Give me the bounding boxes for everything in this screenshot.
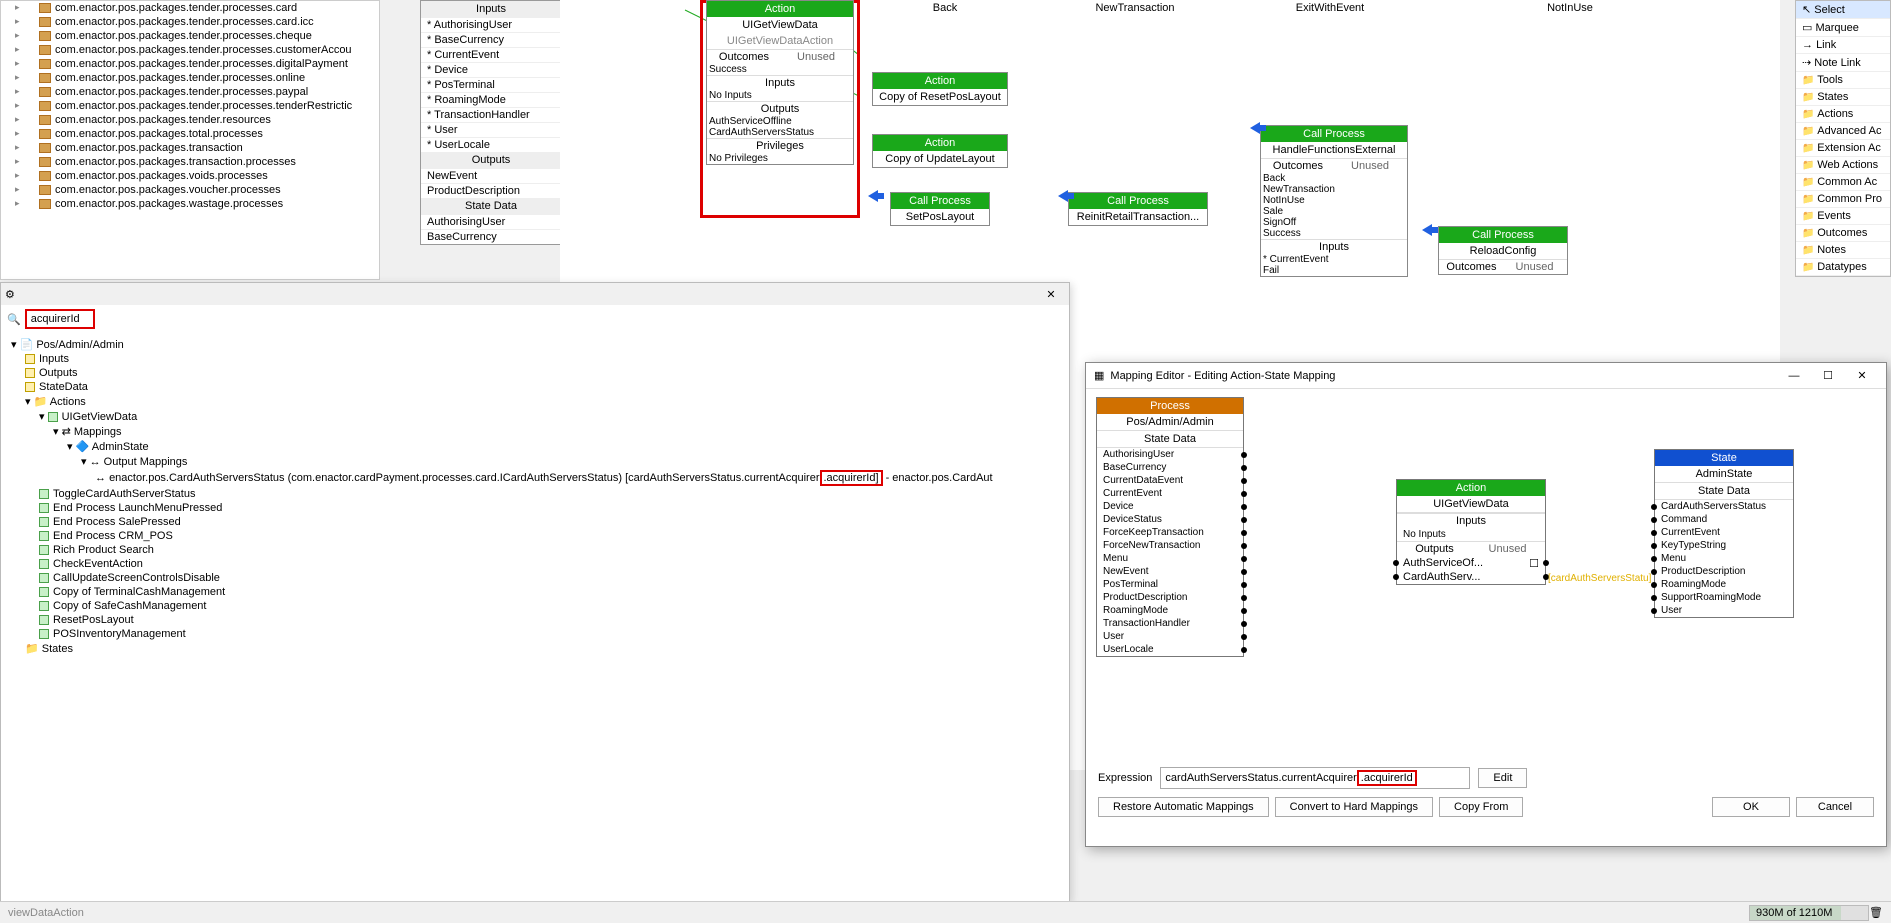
package-item[interactable]: com.enactor.pos.packages.voids.processes [1,169,379,183]
action-properties-panel: Inputs AuthorisingUserBaseCurrencyCurren… [420,0,562,245]
newtransaction-label: NewTransaction [1080,0,1190,16]
palette-link[interactable]: → Link [1796,37,1890,54]
package-item[interactable]: com.enactor.pos.packages.wastage.process… [1,197,379,211]
palette-folder[interactable]: Extension Ac [1796,140,1890,157]
search-outline-panel[interactable]: ⚙ ✕ 🔍 ▾ 📄 Pos/Admin/Admin Inputs Outputs… [0,282,1070,902]
edit-button[interactable]: Edit [1478,768,1527,788]
package-item[interactable]: com.enactor.pos.packages.total.processes [1,127,379,141]
action-node-uigetviewdata[interactable]: Action UIGetViewData UIGetViewDataAction… [706,0,854,165]
action-item[interactable]: Copy of SafeCashManagement [39,599,1059,613]
highlighted-term: .acquirerId] [820,470,883,486]
maximize-icon[interactable]: ☐ [1812,366,1844,386]
mapping-wire-label: [cardAuthServersStatu] [1548,573,1651,584]
action-copy-resetposlayout[interactable]: Action Copy of ResetPosLayout [872,72,1008,106]
exitwithevent-label: ExitWithEvent [1280,0,1380,16]
action-item[interactable]: POSInventoryManagement [39,627,1059,641]
action-copy-updatelayout[interactable]: Action Copy of UpdateLayout [872,134,1008,168]
close-icon[interactable]: ✕ [1037,288,1065,301]
palette-notelink[interactable]: ⇢ Note Link [1796,54,1890,72]
action-item[interactable]: End Process LaunchMenuPressed [39,501,1059,515]
gc-icon[interactable]: 🗑 [1869,906,1883,919]
callprocess-reloadconfig[interactable]: Call Process ReloadConfig OutcomesUnused [1438,226,1568,275]
package-item[interactable]: com.enactor.pos.packages.tender.processe… [1,1,379,15]
palette-select[interactable]: ↖ Select [1796,1,1890,19]
action-item[interactable]: End Process SalePressed [39,515,1059,529]
node-name: UIGetViewData [707,17,853,33]
palette-folder[interactable]: Advanced Ac [1796,123,1890,140]
blue-arrow-icon [868,188,884,204]
package-item[interactable]: com.enactor.pos.packages.tender.resource… [1,113,379,127]
palette-folder[interactable]: Web Actions [1796,157,1890,174]
state-data-header: State Data [421,198,561,214]
palette-folder[interactable]: States [1796,89,1890,106]
search-icon: 🔍 [7,313,21,326]
memory-indicator[interactable]: 930M of 1210M [1749,905,1869,921]
dialog-title: Mapping Editor - Editing Action-State Ma… [1110,370,1335,382]
package-item[interactable]: com.enactor.pos.packages.tender.processe… [1,71,379,85]
palette-folder[interactable]: Common Ac [1796,174,1890,191]
search-input[interactable] [25,309,95,329]
palette-marquee[interactable]: ▭ Marquee [1796,19,1890,37]
action-item[interactable]: Rich Product Search [39,543,1059,557]
action-item[interactable]: ResetPosLayout [39,613,1059,627]
status-bar: viewDataAction 930M of 1210M 🗑 [0,901,1891,923]
process-node[interactable]: Process Pos/Admin/Admin State Data Autho… [1096,397,1244,657]
inputs-header: Inputs [421,1,561,17]
callprocess-reinit[interactable]: Call Process ReinitRetailTransaction... [1068,192,1208,226]
action-item[interactable]: CallUpdateScreenControlsDisable [39,571,1059,585]
cancel-button[interactable]: Cancel [1796,797,1874,817]
package-item[interactable]: com.enactor.pos.packages.transaction [1,141,379,155]
restore-mappings-button[interactable]: Restore Automatic Mappings [1098,797,1269,817]
mapping-canvas[interactable]: Process Pos/Admin/Admin State Data Autho… [1086,389,1886,759]
package-item[interactable]: com.enactor.pos.packages.tender.processe… [1,99,379,113]
palette-folder[interactable]: Events [1796,208,1890,225]
package-item[interactable]: com.enactor.pos.packages.tender.processe… [1,43,379,57]
palette-panel[interactable]: ↖ Select ▭ Marquee → Link ⇢ Note Link To… [1795,0,1891,277]
highlighted-term: .acquirerId [1357,770,1417,786]
minimize-icon[interactable]: — [1778,366,1810,386]
mapping-editor-dialog[interactable]: ▦ Mapping Editor - Editing Action-State … [1085,362,1887,847]
output-mapping-entry[interactable]: ↔ enactor.pos.CardAuthServersStatus (com… [95,469,1059,487]
blue-arrow-icon [1250,120,1266,136]
palette-folder[interactable]: Tools [1796,72,1890,89]
action-item[interactable]: End Process CRM_POS [39,529,1059,543]
node-title: Action [707,1,853,17]
action-item[interactable]: ToggleCardAuthServerStatus [39,487,1059,501]
convert-mappings-button[interactable]: Convert to Hard Mappings [1275,797,1433,817]
package-item[interactable]: com.enactor.pos.packages.tender.processe… [1,15,379,29]
palette-folder[interactable]: Outcomes [1796,225,1890,242]
node-impl: UIGetViewDataAction [707,33,853,49]
ok-button[interactable]: OK [1712,797,1790,817]
blue-arrow-icon [1058,188,1074,204]
search-panel-icon: ⚙ [5,288,15,301]
state-node[interactable]: State AdminState State Data CardAuthServ… [1654,449,1794,618]
expression-label: Expression [1098,772,1152,784]
package-explorer[interactable]: com.enactor.pos.packages.tender.processe… [0,0,380,280]
outline-tree[interactable]: ▾ 📄 Pos/Admin/Admin Inputs Outputs State… [1,333,1069,660]
palette-folder[interactable]: Notes [1796,242,1890,259]
back-label: Back [906,0,984,16]
outputs-header: Outputs [421,152,561,168]
callprocess-handlefunctions[interactable]: Call Process HandleFunctionsExternal Out… [1260,125,1408,277]
callprocess-setposlayout[interactable]: Call Process SetPosLayout [890,192,990,226]
notinuse-label: NotInUse [1530,0,1610,16]
package-item[interactable]: com.enactor.pos.packages.tender.processe… [1,57,379,71]
blue-arrow-icon [1422,222,1438,238]
action-node[interactable]: Action UIGetViewData Inputs No Inputs Ou… [1396,479,1546,585]
palette-folder[interactable]: Datatypes [1796,259,1890,276]
close-icon[interactable]: ✕ [1846,366,1878,386]
dialog-icon: ▦ [1094,369,1104,382]
palette-folder[interactable]: Common Pro [1796,191,1890,208]
action-item[interactable]: Copy of TerminalCashManagement [39,585,1059,599]
package-item[interactable]: com.enactor.pos.packages.transaction.pro… [1,155,379,169]
package-item[interactable]: com.enactor.pos.packages.voucher.process… [1,183,379,197]
package-item[interactable]: com.enactor.pos.packages.tender.processe… [1,29,379,43]
package-item[interactable]: com.enactor.pos.packages.tender.processe… [1,85,379,99]
palette-folder[interactable]: Actions [1796,106,1890,123]
copy-from-button[interactable]: Copy From [1439,797,1523,817]
action-item[interactable]: CheckEventAction [39,557,1059,571]
